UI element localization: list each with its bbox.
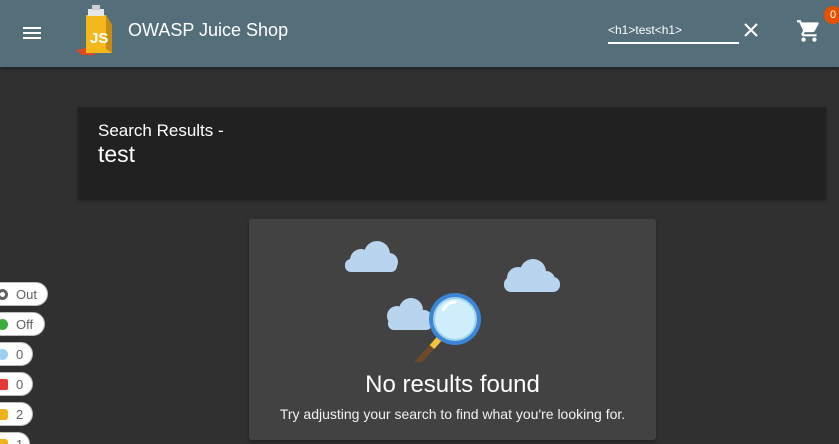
- server-status-pill[interactable]: Off: [0, 312, 45, 336]
- cloud-icon: [387, 298, 432, 330]
- trophy-icon: [0, 438, 8, 444]
- thumbs-up-icon: [0, 408, 8, 420]
- svg-text:JS: JS: [90, 30, 108, 47]
- hints-pill[interactable]: 0: [0, 342, 33, 366]
- menu-icon: [23, 27, 41, 39]
- clear-search-button[interactable]: [740, 19, 762, 41]
- close-icon: [744, 23, 758, 37]
- flag-icon: [0, 378, 8, 390]
- toolbar: JS OWASP Juice Shop 0: [0, 0, 839, 67]
- search-results-label: Search Results -: [98, 121, 224, 140]
- target-icon: [0, 288, 8, 300]
- green-status-icon: [0, 318, 8, 330]
- cart-button[interactable]: [796, 18, 822, 44]
- app-title[interactable]: OWASP Juice Shop: [128, 20, 288, 41]
- cloud-icon: [504, 259, 560, 292]
- lightbulb-icon: [0, 348, 8, 360]
- juice-shop-logo[interactable]: JS: [72, 3, 122, 57]
- search-results-header: Search Results - test: [78, 107, 826, 199]
- shopping-cart-icon: [797, 20, 819, 42]
- search-input[interactable]: [608, 18, 739, 42]
- flags-pill[interactable]: 0: [0, 372, 33, 396]
- cloud-icon: [345, 241, 398, 272]
- cart-count-badge: 0: [824, 6, 839, 24]
- logout-status-pill[interactable]: Out: [0, 282, 48, 306]
- trophies-pill[interactable]: 1: [0, 432, 30, 444]
- menu-button[interactable]: [14, 15, 50, 51]
- no-results-title: No results found: [365, 371, 540, 398]
- thumbs-pill[interactable]: 2: [0, 402, 33, 426]
- no-results-illustration: [345, 241, 560, 362]
- no-results-hint: Try adjusting your search to find what y…: [279, 406, 626, 422]
- search-term: test: [98, 141, 136, 167]
- search-field[interactable]: [608, 18, 739, 44]
- no-results-card: No results found Try adjusting your sear…: [249, 219, 656, 440]
